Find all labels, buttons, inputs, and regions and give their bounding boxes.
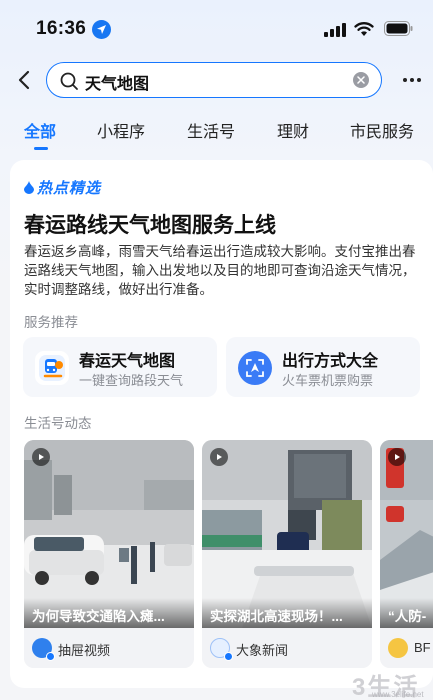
verified-badge-icon: [46, 652, 55, 661]
video-footer: 抽屉视频: [24, 628, 194, 668]
active-tab-indicator: [34, 147, 48, 150]
video-caption: “人防-: [380, 598, 433, 628]
more-options-button[interactable]: [396, 70, 428, 90]
video-caption: 为何导致交通陷入瘫...: [24, 598, 194, 628]
cellular-signal-icon: [324, 23, 346, 37]
video-card[interactable]: 实探湖北高速现场！... 大象新闻: [202, 440, 372, 668]
video-footer: 大象新闻: [202, 628, 372, 668]
wifi-icon: [354, 22, 374, 36]
chevron-left-icon: [18, 70, 30, 90]
play-icon: [210, 448, 228, 466]
services-section-label: 服务推荐: [24, 315, 78, 330]
more-dot-icon: [403, 78, 407, 82]
service-subtitle: 火车票机票购票: [282, 373, 374, 388]
search-input[interactable]: 天气地图: [46, 62, 382, 98]
play-icon: [32, 448, 50, 466]
service-spring-travel-weather-map[interactable]: 春运天气地图 一键查询路段天气: [23, 337, 217, 397]
tab-citizen-services[interactable]: 市民服务: [350, 118, 414, 142]
tab-mini-programs[interactable]: 小程序: [97, 118, 145, 142]
category-tabs: 全部 小程序 生活号 理财 市民服务: [0, 112, 433, 152]
video-footer: BF: [380, 628, 433, 668]
video-card[interactable]: 为何导致交通陷入瘫... 抽屉视频: [24, 440, 194, 668]
service-travel-modes[interactable]: 出行方式大全 火车票机票购票: [226, 337, 420, 397]
hot-topic-card: 热点精选 春运路线天气地图服务上线 春运返乡高峰，雨雪天气给春运出行造成较大影响…: [10, 160, 433, 688]
status-time: 16:36: [36, 18, 87, 39]
service-title: 春运天气地图: [79, 353, 176, 370]
video-source: 大象新闻: [236, 643, 289, 658]
status-bar: 16:36: [0, 0, 433, 58]
avatar: [388, 638, 408, 658]
hot-picks-label: 热点精选: [37, 180, 102, 197]
video-caption: 实探湖北高速现场！...: [202, 598, 372, 628]
more-dot-icon: [417, 78, 421, 82]
video-source: BF: [414, 640, 431, 655]
search-icon: [60, 72, 78, 90]
location-arrow-icon: [92, 20, 111, 39]
train-icon: [35, 351, 69, 385]
video-source: 抽屉视频: [58, 643, 111, 658]
tab-finance[interactable]: 理财: [277, 118, 309, 142]
play-icon: [388, 448, 406, 466]
travel-compass-icon: [238, 351, 272, 385]
verified-badge-icon: [224, 652, 233, 661]
service-subtitle: 一键查询路段天气: [79, 373, 184, 388]
search-query: 天气地图: [85, 76, 150, 93]
news-summary: 春运返乡高峰，雨雪天气给春运出行造成较大影响。支付宝推出春运路线天气地图，输入出…: [24, 244, 416, 297]
service-title: 出行方式大全: [282, 353, 379, 370]
feed-section-label: 生活号动态: [24, 416, 92, 431]
watermark-url: www.3elife.net: [372, 690, 424, 699]
video-carousel: 为何导致交通陷入瘫... 抽屉视频 实探湖北高速现场！... 大象新闻 “人防-…: [24, 440, 433, 668]
search-header: 天气地图: [0, 60, 433, 100]
tab-life-accounts[interactable]: 生活号: [187, 118, 235, 142]
more-dot-icon: [410, 78, 414, 82]
video-card[interactable]: “人防- BF: [380, 440, 433, 668]
back-button[interactable]: [10, 66, 38, 94]
flame-drop-icon: [24, 181, 34, 194]
clear-icon[interactable]: [353, 72, 369, 88]
battery-icon: [384, 21, 413, 36]
tab-all[interactable]: 全部: [24, 118, 56, 142]
hot-picks-badge: 热点精选: [24, 177, 101, 198]
news-headline[interactable]: 春运路线天气地图服务上线: [24, 209, 276, 239]
